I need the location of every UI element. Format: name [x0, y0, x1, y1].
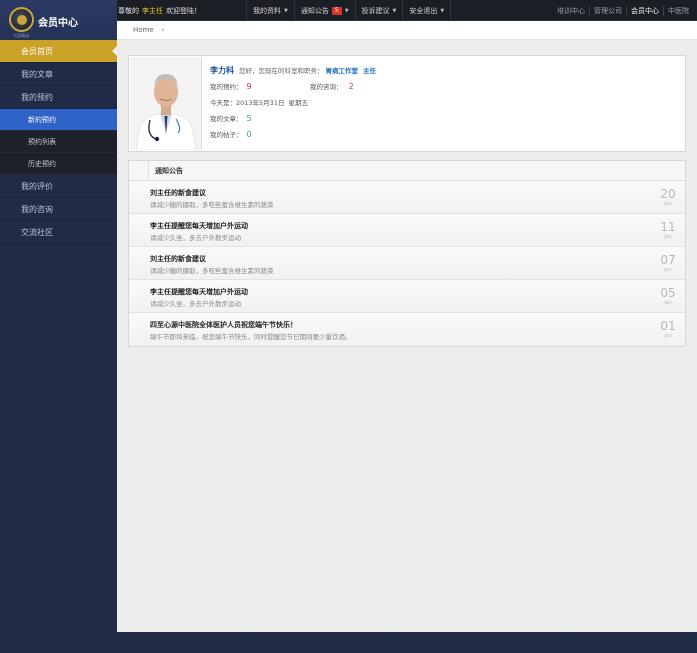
sidebar-subitem-appointment-list[interactable]: 预约列表: [0, 131, 117, 153]
breadcrumb-home[interactable]: Home: [133, 26, 154, 34]
notice-day: 01: [660, 319, 676, 333]
main-content: Home › 李力科 您好，您现在的科室和职务： 胃病工作室 主任 我的预约： …: [117, 21, 697, 632]
appointments-label: 我的预约：: [210, 83, 243, 91]
notice-desc: 请减少久坐，多去户外散步运动: [150, 234, 241, 242]
link-hospital[interactable]: 中医院: [663, 5, 693, 16]
link-management-company[interactable]: 管理公司: [589, 5, 626, 16]
top-nav: 我的资料 ▼ 通知公告 5 ▼ 投诉建议 ▼ 安全退出 ▼: [246, 0, 452, 21]
sidebar-item-home[interactable]: 会员首页: [0, 40, 117, 63]
posts-count[interactable]: 0: [247, 127, 252, 143]
doctor-photo: [130, 57, 202, 150]
notice-day: 20: [660, 187, 676, 201]
topnav-notices[interactable]: 通知公告 5 ▼: [293, 0, 355, 21]
articles-label: 我的文章：: [210, 115, 243, 123]
notice-desc: 请减少久坐，多去户外散步运动: [150, 300, 241, 308]
link-training-center[interactable]: 培训中心: [553, 6, 589, 16]
brand-title: 会员中心: [38, 18, 78, 29]
sidebar-item-appointments[interactable]: 我的预约: [0, 86, 117, 109]
today-label: 今天是：: [210, 99, 236, 107]
notice-title[interactable]: 李主任提醒您每天增加户外运动: [150, 221, 248, 231]
notice-title[interactable]: 四至心源中医院全体医护人员祝您端午节快乐！: [150, 320, 297, 330]
list-item[interactable]: 刘主任的新食建议 请减少糖的摄取，多吃些富含维生素的蔬菜 07 jan: [129, 247, 685, 280]
greeting-prefix: 尊敬的: [118, 7, 139, 15]
sidebar-subitem-appointment-history[interactable]: 历史预约: [0, 153, 117, 175]
topnav-label: 投诉建议: [361, 6, 390, 15]
notice-month: jan: [664, 267, 672, 273]
consults-label: 我的咨询：: [310, 83, 343, 91]
notice-day: 11: [660, 220, 676, 234]
list-item[interactable]: 四至心源中医院全体医护人员祝您端午节快乐！ 端午节即将来临，祝您端午节快乐，同时…: [129, 313, 685, 346]
brand-header: 会员中心 大医精诚: [0, 0, 117, 40]
notice-day: 05: [660, 286, 676, 300]
profile-card: 李力科 您好，您现在的科室和职务： 胃病工作室 主任 我的预约： 9 我的咨询：…: [128, 55, 686, 152]
list-item[interactable]: 李主任提醒您每天增加户外运动 请减少久坐，多去户外散步运动 05 jan: [129, 280, 685, 313]
brand-motto: 大医精诚: [13, 33, 29, 38]
sidebar-item-reviews[interactable]: 我的评价: [0, 175, 117, 198]
dept-name[interactable]: 胃病工作室: [326, 63, 359, 79]
topnav-label: 通知公告: [300, 6, 329, 15]
list-item[interactable]: 刘主任的新食建议 请减少糖的摄取，多吃些富含维生素的蔬菜 20 jan: [129, 181, 685, 214]
notice-title[interactable]: 李主任提醒您每天增加户外运动: [150, 287, 248, 297]
notice-desc: 请减少糖的摄取，多吃些富含维生素的蔬菜: [150, 201, 274, 209]
notices-panel: 通知公告 刘主任的新食建议 请减少糖的摄取，多吃些富含维生素的蔬菜 20 jan…: [128, 160, 686, 347]
today-weekday: 星期五: [288, 99, 308, 107]
posts-label: 我的帖子：: [210, 131, 243, 139]
consults-count[interactable]: 2: [349, 82, 354, 91]
notice-month: jan: [664, 201, 672, 207]
topnav-my-profile[interactable]: 我的资料 ▼: [246, 0, 294, 21]
caret-down-icon: ▼: [440, 7, 445, 14]
notice-title[interactable]: 刘主任的新食建议: [150, 188, 206, 198]
notice-count-badge: 5: [331, 6, 342, 15]
dept-prefix: 您好，您现在的科室和职务：: [239, 67, 324, 75]
user-name[interactable]: 李主任: [142, 7, 163, 15]
list-item[interactable]: 李主任提醒您每天增加户外运动 请减少久坐，多去户外散步运动 11 jan: [129, 214, 685, 247]
greeting: 尊敬的 李主任 欢迎登陆！: [118, 6, 201, 16]
articles-count[interactable]: 5: [247, 111, 252, 127]
caret-down-icon: ▼: [284, 7, 288, 14]
sidebar-item-articles[interactable]: 我的文章: [0, 63, 117, 86]
caret-down-icon: ▼: [344, 7, 349, 14]
today-date: 2013年5月31日: [236, 99, 285, 107]
notices-title: 通知公告: [155, 166, 183, 175]
sidebar-item-consults[interactable]: 我的咨询: [0, 198, 117, 221]
right-links: 培训中心 管理公司 会员中心 中医院: [553, 0, 693, 21]
notice-month: jan: [664, 234, 672, 240]
notice-desc: 端午节即将来临，祝您端午节快乐，同时提醒您节日期间要少量饮酒。: [150, 333, 352, 341]
job-title: 主任: [363, 67, 376, 75]
sidebar: 会员首页 我的文章 我的预约 新的预约 预约列表 历史预约 我的评价 我的咨询 …: [0, 40, 117, 244]
notices-header: 通知公告: [129, 160, 685, 181]
logo-icon: [9, 7, 34, 32]
doctor-name: 李力科: [210, 66, 234, 75]
sidebar-subitem-new-appointment[interactable]: 新的预约: [0, 109, 117, 131]
appointments-count[interactable]: 9: [247, 79, 252, 95]
topnav-feedback[interactable]: 投诉建议 ▼: [354, 0, 403, 21]
greeting-suffix: 欢迎登陆！: [166, 7, 201, 15]
link-member-center[interactable]: 会员中心: [626, 5, 663, 16]
profile-info: 李力科 您好，您现在的科室和职务： 胃病工作室 主任 我的预约： 9 我的咨询：…: [210, 63, 680, 143]
topnav-label: 我的资料: [253, 6, 281, 15]
notice-month: jan: [664, 300, 672, 306]
notice-desc: 请减少糖的摄取，多吃些富含维生素的蔬菜: [150, 267, 274, 275]
notice-month: jan: [664, 333, 672, 339]
sidebar-item-community[interactable]: 交流社区: [0, 221, 117, 244]
notice-day: 07: [660, 253, 676, 267]
topnav-logout[interactable]: 安全退出 ▼: [402, 0, 452, 21]
caret-down-icon: ▼: [392, 7, 397, 14]
breadcrumb: Home ›: [117, 21, 697, 40]
notice-title[interactable]: 刘主任的新食建议: [150, 254, 206, 264]
breadcrumb-separator-icon: ›: [161, 26, 165, 34]
topnav-label: 安全退出: [409, 6, 438, 15]
